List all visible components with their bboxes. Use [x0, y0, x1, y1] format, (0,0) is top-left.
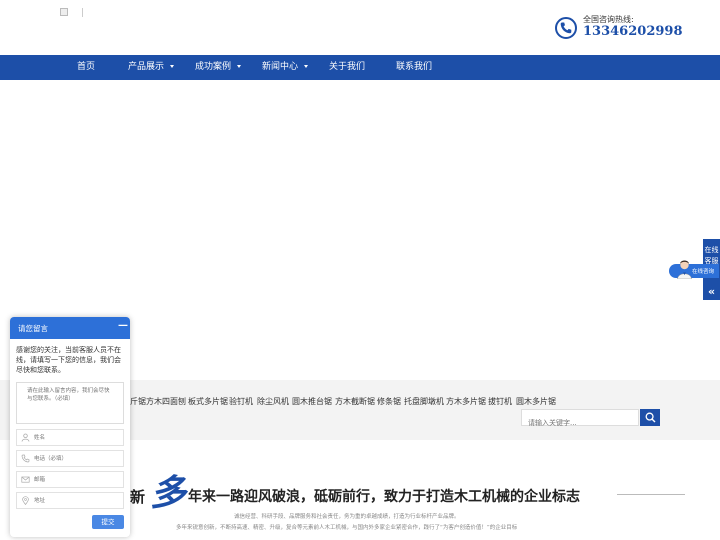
phone-field[interactable]	[16, 450, 124, 467]
search-field[interactable]	[521, 409, 639, 431]
phone-input[interactable]	[34, 451, 122, 466]
nav-label: 关于我们	[329, 62, 366, 72]
submit-button[interactable]: 提交	[92, 515, 124, 529]
minimize-icon[interactable]: —	[118, 320, 128, 331]
logo-divider	[82, 8, 83, 17]
slogan-divider	[617, 494, 685, 495]
hotline-number[interactable]: 13346202998	[583, 24, 683, 39]
slogan-desc-line-1: 诚信经营、科研手段、品牌服务和社会责任，务为重的卓越成绩，打造为行业标杆产业品牌…	[234, 514, 460, 520]
keyword-link[interactable]: 方木截断锯	[335, 396, 375, 407]
nav-label: 产品展示	[128, 62, 165, 72]
keyword-link[interactable]: 方木四面刨	[146, 396, 186, 407]
slogan-prefix: 新	[130, 488, 146, 506]
logo-image[interactable]	[60, 8, 68, 16]
agent-avatar-icon	[677, 260, 692, 279]
search-input[interactable]	[522, 415, 638, 431]
chat-panel: 请您留言 — 感谢您的关注，当前客服人员不在线，请填写一下您的信息，我们会尽快和…	[10, 317, 130, 537]
nav-item-about[interactable]: 关于我们	[329, 55, 365, 80]
chevron-down-icon	[304, 65, 309, 68]
chat-message: 感谢您的关注，当前客服人员不在线，请填写一下您的信息，我们会尽快和您联系。	[16, 346, 121, 374]
collapse-chevron-icon[interactable]: «	[703, 285, 720, 298]
keyword-link[interactable]: 托盘脚墩机	[404, 396, 444, 407]
search-button[interactable]	[640, 409, 660, 426]
address-field[interactable]	[16, 492, 124, 509]
location-icon	[22, 496, 29, 505]
nav-item-home[interactable]: 首页	[77, 55, 95, 80]
site-header: 全国咨询热线: 13346202998	[0, 0, 720, 55]
user-icon	[21, 433, 30, 442]
mail-icon	[21, 476, 30, 483]
address-input[interactable]	[34, 493, 122, 508]
search-icon	[645, 412, 656, 423]
chat-header: 请您留言 —	[10, 317, 130, 339]
phone-icon	[21, 454, 30, 463]
phone-icon	[555, 17, 577, 39]
online-consult-label: 在线咨询	[692, 269, 715, 275]
message-textarea[interactable]	[16, 382, 124, 424]
nav-label: 首页	[77, 62, 96, 72]
nav-label: 新闻中心	[262, 62, 299, 72]
keyword-link[interactable]: 修条锯	[377, 396, 401, 407]
keyword-link[interactable]: 圆木推台锯	[292, 396, 332, 407]
slogan-title: 年来一路迎风破浪，砥砺前行，致力于打造木工机械的企业标志	[188, 489, 580, 505]
keyword-link[interactable]: 拔钉机	[488, 396, 512, 407]
chevron-down-icon	[170, 65, 175, 68]
nav-item-products[interactable]: 产品展示	[128, 55, 175, 80]
nav-item-cases[interactable]: 成功案例	[195, 55, 242, 80]
email-field[interactable]	[16, 471, 124, 488]
chevron-down-icon	[237, 65, 242, 68]
keyword-link[interactable]: 圆木多片锯	[516, 396, 556, 407]
nav-label: 联系我们	[396, 62, 433, 72]
keyword-link[interactable]: 方木多片锯	[446, 396, 486, 407]
nav-item-news[interactable]: 新闻中心	[262, 55, 309, 80]
name-input[interactable]	[34, 430, 122, 445]
nav-label: 成功案例	[195, 62, 232, 72]
name-field[interactable]	[16, 429, 124, 446]
keyword-link[interactable]: 斤锯	[130, 396, 146, 407]
chat-title: 请您留言	[18, 324, 48, 333]
slogan-big-char: 多	[150, 472, 187, 514]
keyword-link[interactable]: 除尘风机	[257, 396, 289, 407]
slogan-desc-line-2: 多年来锐意创新，不断持高速、精密、升级，复合等元素前人木工机械，与国内外多家企业…	[176, 525, 518, 531]
keyword-link[interactable]: 板式多片锯	[188, 396, 228, 407]
email-input[interactable]	[34, 472, 122, 487]
nav-item-contact[interactable]: 联系我们	[396, 55, 432, 80]
main-nav: 首页 产品展示 成功案例 新闻中心 关于我们 联系我们	[0, 55, 720, 80]
keyword-link[interactable]: 验钉机	[229, 396, 253, 407]
